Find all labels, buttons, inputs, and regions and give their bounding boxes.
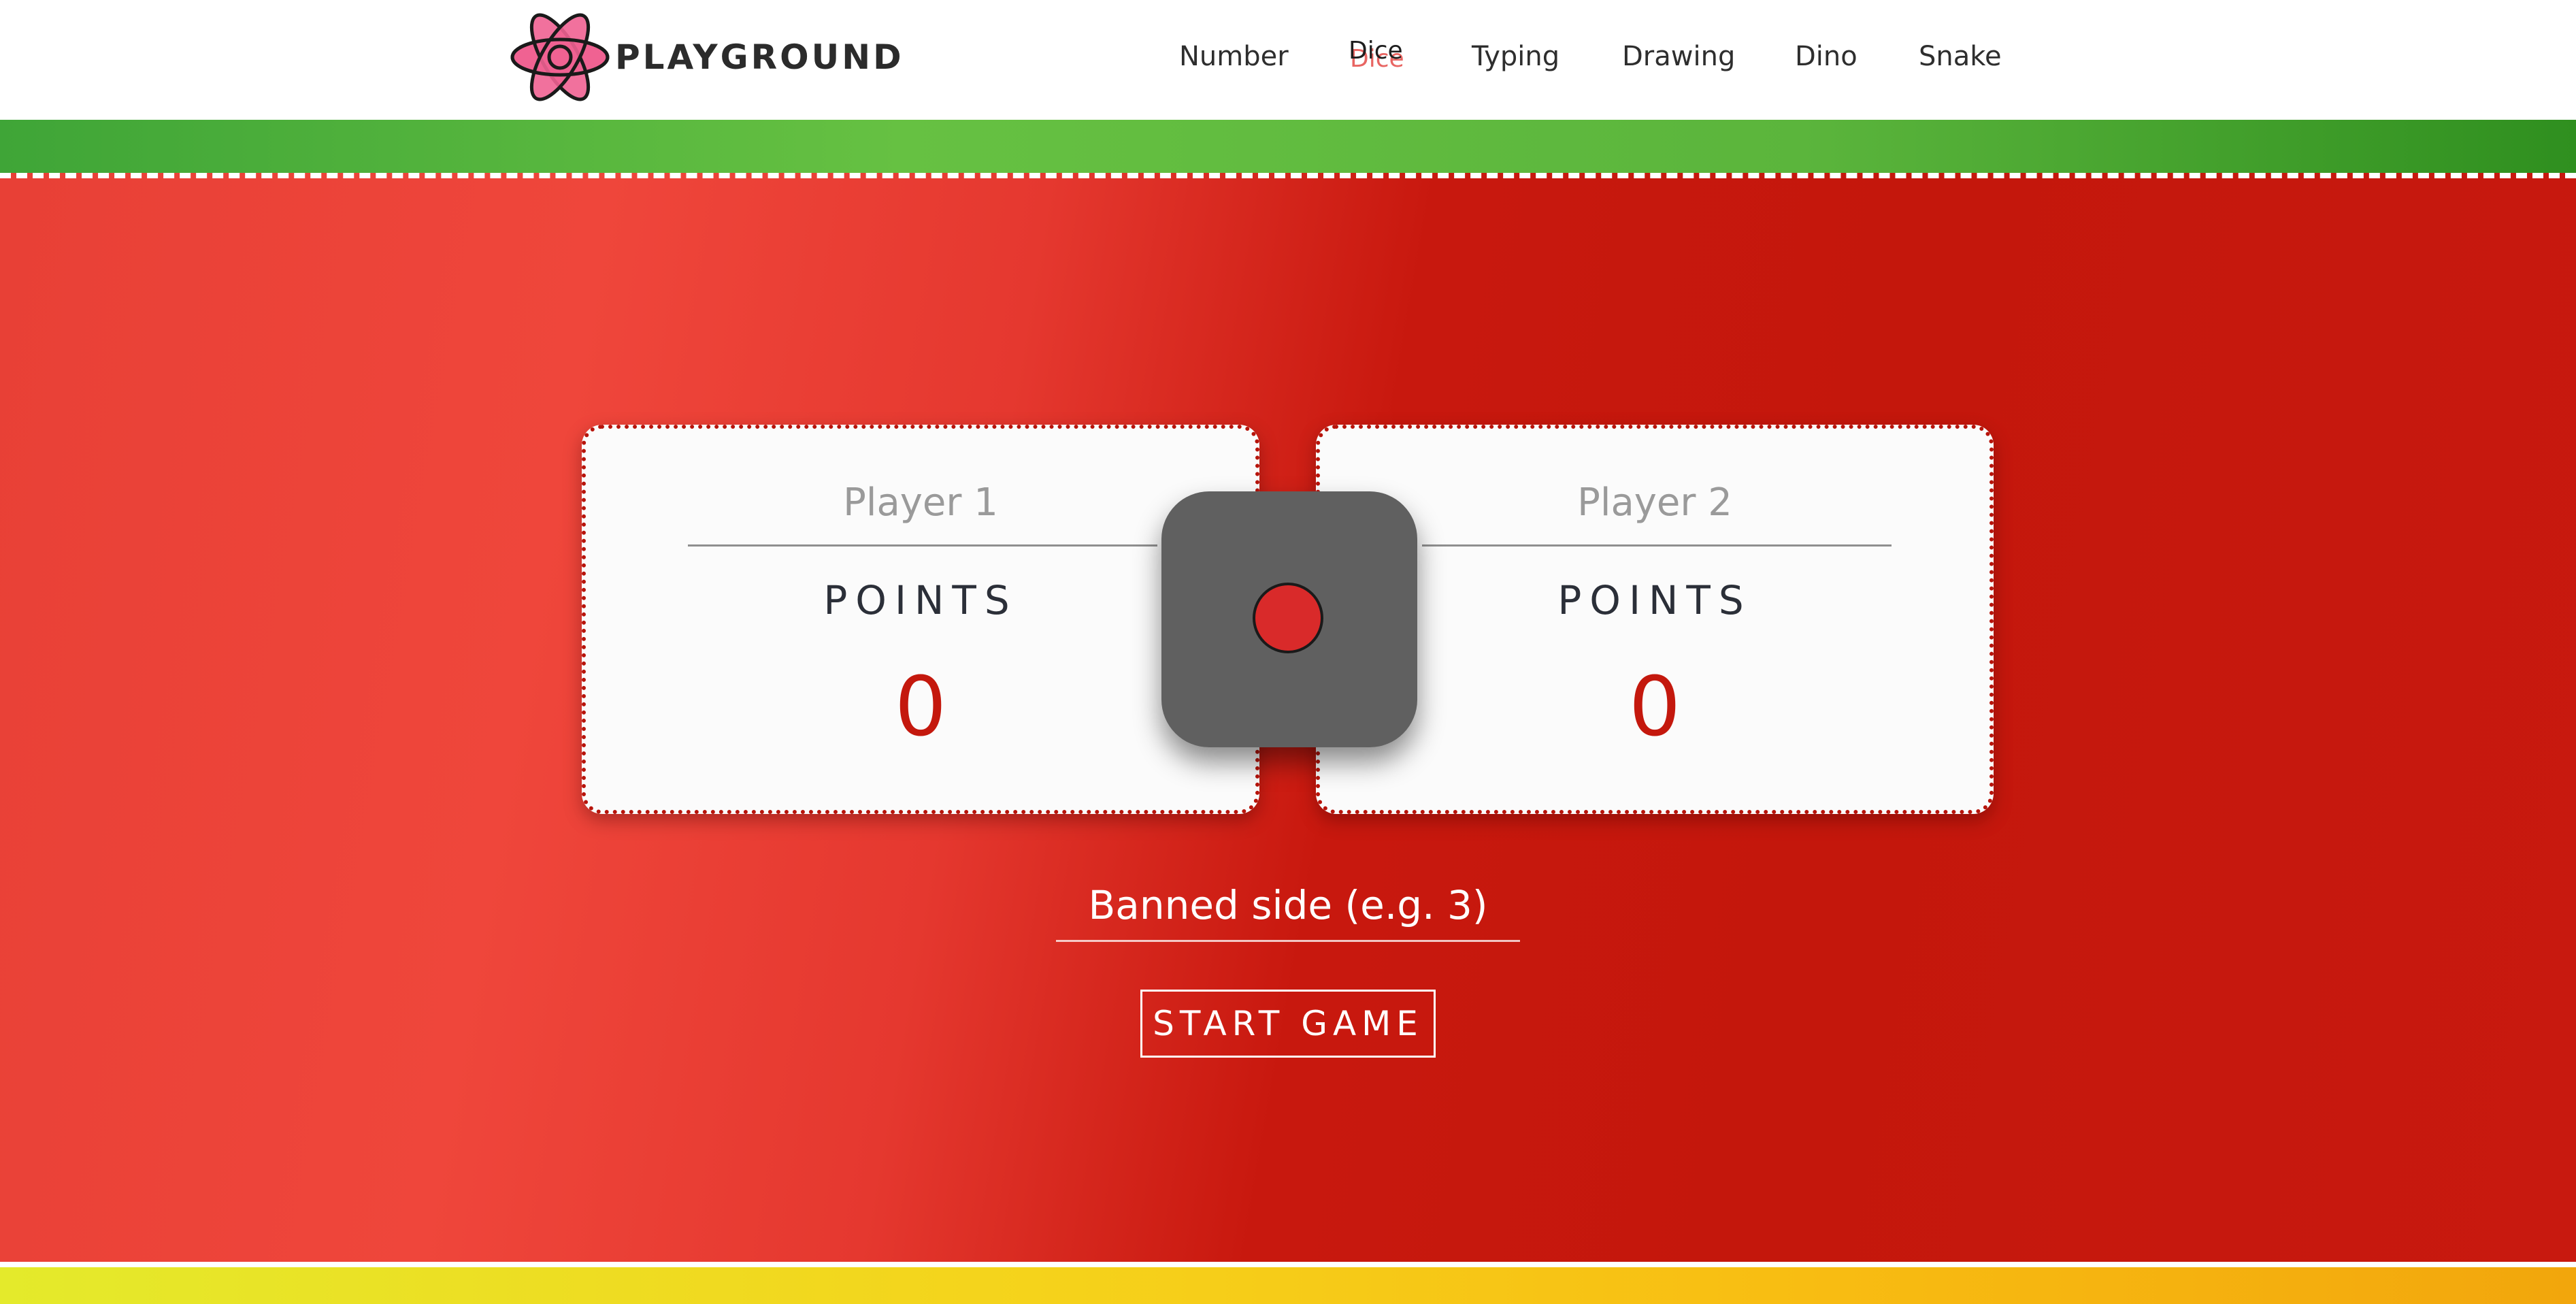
player-2-card: Player 2 POINTS 0 [1316,425,1994,814]
dashed-divider-top [0,173,2576,178]
nav-item-dice-label: Dice [1349,37,1403,65]
nav-item-dice[interactable]: Dice Dice [1349,27,1404,75]
player-1-points-value: 0 [894,660,947,755]
nav-item-number[interactable]: Number [1179,33,1289,80]
nav-item-typing[interactable]: Typing [1472,33,1559,80]
nav-item-dino[interactable]: Dino [1795,33,1857,80]
yellow-band [0,1267,2576,1304]
green-band [0,120,2576,173]
top-navbar: PLAYGROUND Number Dice Dice Typing Drawi… [0,0,2576,120]
player-1-divider [688,544,1157,547]
nav-item-drawing[interactable]: Drawing [1622,33,1735,80]
player-1-points-label: POINTS [823,577,1018,623]
player-2-name: Player 2 [1577,480,1732,525]
die-pip [1253,583,1323,653]
player-1-card: Player 1 POINTS 0 [582,425,1259,814]
player-2-points-value: 0 [1628,660,1681,755]
dashed-divider-bottom [0,1262,2576,1267]
start-game-button[interactable]: START GAME [1140,990,1436,1058]
player-2-points-label: POINTS [1557,577,1752,623]
die-button[interactable] [1161,491,1417,747]
player-2-divider [1422,544,1892,547]
nav-item-snake[interactable]: Snake [1919,33,2002,80]
banned-side-input[interactable] [1056,870,1520,942]
player-1-name: Player 1 [843,480,998,525]
main-nav: Number Dice Dice Typing Drawing Dino Sna… [0,33,2576,80]
